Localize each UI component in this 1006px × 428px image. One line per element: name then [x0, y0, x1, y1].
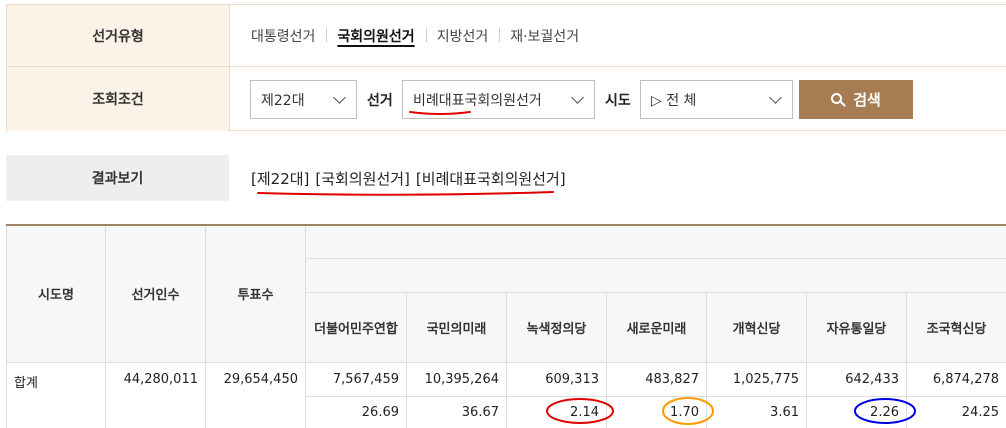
election-select-label: 선거 — [367, 92, 393, 109]
party-votes: 1,025,775 — [706, 361, 807, 397]
tab-by-election[interactable]: 재·보궐선거 — [499, 26, 590, 46]
header-party: 더불어민주연합 — [305, 291, 407, 363]
election-type-label: 선거유형 — [7, 5, 230, 66]
result-session: [제22대] — [251, 169, 310, 188]
party-votes: 7,567,459 — [305, 361, 407, 397]
party-percent: 24.25 — [905, 395, 1006, 428]
election-type-row: 선거유형 대통령선거 국회의원선거 지방선거 재·보궐선거 — [7, 5, 1006, 67]
search-button[interactable]: 검색 — [799, 80, 913, 119]
tab-presidential[interactable]: 대통령선거 — [251, 26, 326, 46]
header-party: 새로운미래 — [606, 291, 707, 363]
result-label: 결과보기 — [6, 155, 229, 201]
search-conditions-panel: 선거유형 대통령선거 국회의원선거 지방선거 재·보궐선거 조회조건 제22대 … — [6, 4, 1006, 131]
party-votes: 10,395,264 — [406, 361, 507, 397]
election-select[interactable]: 비례대표국회의원선거 — [402, 80, 595, 119]
header-party-group — [304, 224, 1006, 259]
result-summary-bar: 결과보기 [제22대] [국회의원선거] [비례대표국회의원선거] — [6, 155, 1006, 201]
result-criteria: [제22대] [국회의원선거] [비례대표국회의원선거] — [251, 155, 566, 201]
tab-local[interactable]: 지방선거 — [425, 26, 500, 46]
session-select[interactable]: 제22대 — [250, 80, 357, 119]
total-voters: 29,654,450 — [205, 361, 306, 428]
header-party: 녹색정의당 — [506, 291, 607, 363]
chevron-down-icon — [571, 91, 584, 104]
total-electorate: 44,280,011 — [105, 361, 206, 428]
search-icon — [831, 92, 847, 107]
chevron-down-icon — [333, 91, 346, 104]
result-election-type: [국회의원선거] — [315, 169, 410, 188]
header-party: 국민의미래 — [406, 291, 507, 363]
party-votes: 483,827 — [606, 361, 707, 397]
party-percent: 1.70 — [606, 395, 707, 428]
search-button-label: 검색 — [853, 91, 881, 109]
result-election: [비례대표국회의원선거] — [415, 169, 566, 188]
query-condition-label: 조회조건 — [7, 67, 230, 131]
header-party: 조국혁신당 — [905, 291, 1006, 363]
election-type-tabs: 대통령선거 국회의원선거 지방선거 재·보궐선거 — [251, 5, 590, 67]
party-percent: 3.61 — [706, 395, 807, 428]
region-select-value: ▷ 전 체 — [651, 92, 697, 109]
party-percent: 26.69 — [305, 395, 407, 428]
party-percent: 36.67 — [406, 395, 507, 428]
party-votes: 6,874,278 — [905, 361, 1006, 397]
party-percent: 2.14 — [506, 395, 607, 428]
header-party: 자유통일당 — [806, 291, 907, 363]
party-percent: 2.26 — [806, 395, 907, 428]
party-votes: 642,433 — [806, 361, 907, 397]
query-condition-row: 조회조건 제22대 선거 비례대표국회의원선거 시도 ▷ 전 체 검색 — [7, 67, 1006, 131]
total-label: 합계 — [6, 361, 106, 428]
header-region: 시도명 — [6, 224, 106, 363]
table-row: 합계 44,280,011 29,654,450 7,567,459 10,39… — [6, 361, 1006, 428]
header-party-subgroup — [304, 257, 1006, 293]
region-select-label: 시도 — [605, 92, 631, 109]
region-select[interactable]: ▷ 전 체 — [640, 80, 793, 119]
header-electorate: 선거인수 — [105, 224, 206, 363]
tab-national-assembly[interactable]: 국회의원선거 — [326, 26, 425, 46]
results-table: 시도명 선거인수 투표수 더불어민주연합 국민의미래 녹색정의당 새로운미래 개… — [6, 224, 1006, 428]
header-party: 개혁신당 — [706, 291, 807, 363]
header-voters: 투표수 — [205, 224, 306, 363]
election-select-value: 비례대표국회의원선거 — [413, 92, 542, 109]
chevron-down-icon — [769, 91, 782, 104]
session-select-value: 제22대 — [261, 92, 305, 109]
party-votes: 609,313 — [506, 361, 607, 397]
